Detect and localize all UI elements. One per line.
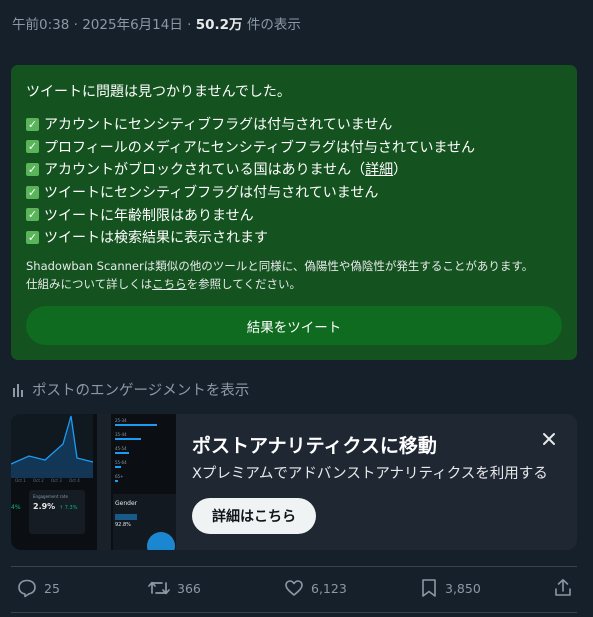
- bookmark-count: 3,850: [445, 580, 481, 596]
- learn-more-link[interactable]: こちら: [152, 277, 187, 291]
- preview-axis-label: Oct 1: [15, 478, 26, 483]
- disclaimer-line-2: 仕組みについて詳しくはこちらを参照してください。: [26, 275, 533, 293]
- share-icon: [555, 579, 571, 596]
- preview-row-label: 65+: [115, 474, 123, 479]
- preview-gender-value: 92.8%: [115, 522, 131, 528]
- post-action-bar: 25 366 6,123 3,850: [11, 578, 577, 604]
- preview-row-label: 25-34: [115, 418, 127, 423]
- post-meta: 午前0:38 · 2025年6月14日 · 50.2万 件の表示: [12, 13, 301, 33]
- preview-axis-label: Oct 4: [69, 478, 80, 483]
- check-item: ✓ ツイートに年齢制限はありません: [26, 203, 475, 226]
- check-item: ✓ ツイートは検索結果に表示されます: [26, 226, 475, 249]
- check-text: ツイートは検索結果に表示されます: [44, 230, 268, 247]
- analytics-preview-image: Oct 1 Oct 2 Oct 3 Oct 4 25-34 35-44 45-5…: [11, 414, 176, 550]
- tweet-result-button[interactable]: 結果をツイート: [26, 306, 562, 345]
- meta-separator: ·: [187, 17, 192, 33]
- repost-icon: [148, 581, 170, 595]
- reply-count: 25: [44, 580, 60, 596]
- bookmark-button[interactable]: 3,850: [420, 578, 481, 598]
- like-button[interactable]: 6,123: [284, 578, 347, 598]
- preview-row-label: 45-54: [115, 446, 127, 451]
- check-item: ✓ アカウントにセンシティブフラグは付与されていません: [26, 113, 475, 136]
- preview-axis-label: Oct 3: [51, 478, 62, 483]
- preview-row-label: 55-64: [115, 460, 127, 465]
- check-text-suffix: ）: [393, 162, 408, 179]
- shadowban-scanner-panel: ツイートに問題は見つかりませんでした。 ✓ アカウントにセンシティブフラグは付与…: [11, 65, 577, 360]
- checkmark-icon: ✓: [26, 162, 39, 176]
- checkmark-icon: ✓: [26, 230, 39, 244]
- preview-axis-label: Oct 2: [33, 478, 44, 483]
- divider: [11, 566, 577, 567]
- details-link[interactable]: 詳細: [365, 159, 393, 179]
- check-text: ツイートに年齢制限はありません: [44, 207, 254, 224]
- preview-side-value: 4%: [11, 504, 21, 511]
- check-text: アカウントにセンシティブフラグは付与されていません: [44, 117, 393, 134]
- disclaimer-line-1: Shadowban Scannerは類似の他のツールと同様に、偽陽性や偽陰性が発…: [26, 259, 534, 273]
- post-time[interactable]: 午前0:38: [12, 17, 69, 33]
- views-count: 50.2万: [195, 17, 243, 33]
- meta-separator: ·: [73, 17, 78, 33]
- preview-row-label: 35-44: [115, 432, 127, 437]
- analytics-promo-card: Oct 1 Oct 2 Oct 3 Oct 4 25-34 35-44 45-5…: [11, 414, 577, 550]
- check-item: ✓ ツイートにセンシティブフラグは付与されていません: [26, 181, 475, 204]
- scanner-check-list: ✓ アカウントにセンシティブフラグは付与されていません ✓ プロフィールのメディ…: [26, 113, 475, 249]
- check-item: ✓ プロフィールのメディアにセンシティブフラグは付与されていません: [26, 136, 475, 159]
- disclaimer-text: 仕組みについて詳しくは: [26, 277, 153, 291]
- bookmark-icon: [422, 579, 436, 597]
- bar-chart-icon: [13, 383, 23, 397]
- promo-title: ポストアナリティクスに移動: [192, 435, 437, 457]
- preview-engagement-delta: ↑ 7.3%: [59, 505, 78, 511]
- scanner-disclaimer: Shadowban Scannerは類似の他のツールと同様に、偽陽性や偽陰性が発…: [26, 257, 533, 293]
- repost-button[interactable]: 366: [148, 578, 201, 598]
- checkmark-icon: ✓: [26, 117, 39, 131]
- reply-icon: [18, 579, 36, 598]
- reply-button[interactable]: 25: [17, 578, 60, 598]
- like-count: 6,123: [311, 580, 347, 596]
- preview-engagement-label: Engagement rate: [33, 494, 68, 499]
- view-engagement-link[interactable]: ポストのエンゲージメントを表示: [11, 379, 249, 400]
- checkmark-icon: ✓: [26, 140, 39, 154]
- views-label: 件の表示: [246, 17, 301, 33]
- preview-engagement-value: 2.9%: [33, 502, 55, 511]
- post-date[interactable]: 2025年6月14日: [82, 17, 183, 33]
- divider: [11, 612, 577, 613]
- share-button[interactable]: [553, 578, 580, 598]
- checkmark-icon: ✓: [26, 208, 39, 222]
- heart-icon: [285, 580, 303, 596]
- disclaimer-text: を参照してください。: [186, 277, 301, 291]
- learn-more-button[interactable]: 詳細はこちら: [192, 498, 316, 534]
- close-promo-button[interactable]: [540, 430, 558, 448]
- check-text: プロフィールのメディアにセンシティブフラグは付与されていません: [44, 139, 476, 156]
- promo-subtitle: Xプレミアムでアドバンストアナリティクスを利用する: [192, 466, 548, 482]
- preview-gender-label: Gender: [115, 500, 138, 507]
- check-text: ツイートにセンシティブフラグは付与されていません: [44, 185, 379, 202]
- analytics-preview-graphic: Oct 1 Oct 2 Oct 3 Oct 4 25-34 35-44 45-5…: [11, 414, 176, 550]
- scanner-title: ツイートに問題は見つかりませんでした。: [26, 84, 291, 100]
- repost-count: 366: [177, 580, 201, 596]
- view-engagement-label: ポストのエンゲージメントを表示: [32, 383, 250, 399]
- check-text: アカウントがブロックされている国はありません（: [44, 162, 366, 179]
- close-icon: [543, 433, 555, 445]
- checkmark-icon: ✓: [26, 185, 39, 199]
- check-item: ✓ アカウントがブロックされている国はありません（ 詳細）: [26, 158, 475, 181]
